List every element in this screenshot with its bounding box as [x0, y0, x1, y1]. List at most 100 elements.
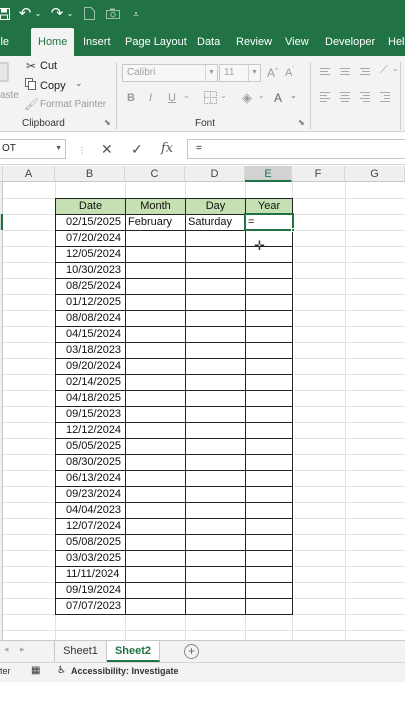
- column-header-g[interactable]: G: [345, 166, 405, 182]
- column-header-e[interactable]: E: [245, 166, 292, 182]
- redo-dropdown-icon[interactable]: ⌄: [65, 5, 75, 23]
- font-launcher-icon[interactable]: ⬊: [298, 118, 305, 127]
- cell-year[interactable]: [246, 551, 293, 567]
- cell-month[interactable]: [126, 567, 186, 583]
- cell-year[interactable]: [246, 343, 293, 359]
- underline-icon[interactable]: U: [168, 92, 176, 104]
- sheet-tab-sheet2[interactable]: Sheet2: [107, 641, 160, 662]
- cell-month[interactable]: [126, 375, 186, 391]
- orientation-dropdown-icon[interactable]: ⌄: [392, 64, 399, 73]
- font-color-dropdown-icon[interactable]: ⌄: [290, 91, 297, 100]
- tab-home[interactable]: Home: [31, 28, 75, 56]
- cell-date[interactable]: 05/08/2025: [56, 535, 126, 551]
- copy-icon[interactable]: [24, 78, 38, 93]
- cell-date[interactable]: 08/25/2024: [56, 279, 126, 295]
- cell-day[interactable]: [186, 263, 246, 279]
- cell-day[interactable]: [186, 327, 246, 343]
- cell-date[interactable]: 04/04/2023: [56, 503, 126, 519]
- cell-date[interactable]: 07/20/2024: [56, 231, 126, 247]
- cell-day[interactable]: [186, 503, 246, 519]
- decrease-font-icon[interactable]: Aˇ: [285, 67, 294, 79]
- cell-month[interactable]: [126, 279, 186, 295]
- cell-day[interactable]: [186, 359, 246, 375]
- cell-date[interactable]: 02/14/2025: [56, 375, 126, 391]
- cell-date[interactable]: 10/30/2023: [56, 263, 126, 279]
- undo-icon[interactable]: ↶: [18, 5, 32, 23]
- header-month[interactable]: Month: [126, 199, 186, 215]
- cell-day[interactable]: [186, 551, 246, 567]
- tab-help[interactable]: Hel: [388, 28, 405, 56]
- cell-year[interactable]: [246, 359, 293, 375]
- customize-icon[interactable]: ⩡: [130, 5, 142, 23]
- cell-year[interactable]: [246, 519, 293, 535]
- paste-icon[interactable]: [0, 60, 10, 82]
- cell-month[interactable]: [126, 359, 186, 375]
- tab-file[interactable]: ile: [0, 28, 9, 56]
- cell-day[interactable]: Saturday: [186, 215, 246, 231]
- format-painter-icon[interactable]: 🖌︎: [24, 97, 39, 111]
- macro-record-icon[interactable]: ▦: [31, 665, 40, 676]
- cell-year[interactable]: [246, 583, 293, 599]
- paste-label[interactable]: aste: [0, 90, 19, 101]
- cell-date[interactable]: 04/15/2024: [56, 327, 126, 343]
- cell-year[interactable]: [246, 311, 293, 327]
- cell-month[interactable]: [126, 311, 186, 327]
- cell-date[interactable]: 06/13/2024: [56, 471, 126, 487]
- cell-year[interactable]: [246, 327, 293, 343]
- cell-year[interactable]: [246, 471, 293, 487]
- cell-year[interactable]: [246, 599, 293, 615]
- cell-month[interactable]: [126, 231, 186, 247]
- underline-dropdown-icon[interactable]: ⌄: [183, 91, 190, 100]
- save-icon[interactable]: [0, 5, 11, 23]
- cell-month[interactable]: [126, 503, 186, 519]
- column-header-b[interactable]: B: [55, 166, 125, 182]
- tab-view[interactable]: View: [285, 28, 309, 56]
- cell-day[interactable]: [186, 487, 246, 503]
- cell-year[interactable]: [246, 455, 293, 471]
- cell-date[interactable]: 11/11/2024: [56, 567, 126, 583]
- cell-day[interactable]: [186, 311, 246, 327]
- cell-day[interactable]: [186, 439, 246, 455]
- name-box[interactable]: OT ▼: [0, 139, 66, 159]
- cell-date[interactable]: 09/20/2024: [56, 359, 126, 375]
- cell-month[interactable]: [126, 391, 186, 407]
- cell-month[interactable]: [126, 519, 186, 535]
- fill-color-dropdown-icon[interactable]: ⌄: [258, 91, 265, 100]
- cell-month[interactable]: [126, 583, 186, 599]
- cell-date[interactable]: 05/05/2025: [56, 439, 126, 455]
- cell-month[interactable]: [126, 551, 186, 567]
- cell-day[interactable]: [186, 407, 246, 423]
- cell-day[interactable]: [186, 567, 246, 583]
- column-header-d[interactable]: D: [185, 166, 245, 182]
- header-date[interactable]: Date: [56, 199, 126, 215]
- cell-month[interactable]: [126, 599, 186, 615]
- worksheet-grid[interactable]: A B C D E F G Date Month Day Year 02/15/2025…: [0, 166, 405, 640]
- format-painter-button[interactable]: Format Painter: [40, 99, 106, 110]
- cell-day[interactable]: [186, 471, 246, 487]
- cell-date[interactable]: 12/12/2024: [56, 423, 126, 439]
- cell-year[interactable]: [246, 439, 293, 455]
- scroll-right-icon[interactable]: ▸: [20, 644, 25, 655]
- active-row-header[interactable]: [0, 214, 3, 230]
- cell-month[interactable]: [126, 455, 186, 471]
- cell-date[interactable]: 12/05/2024: [56, 247, 126, 263]
- cell-month[interactable]: [126, 295, 186, 311]
- cancel-icon[interactable]: ✕: [101, 141, 113, 157]
- cell-day[interactable]: [186, 343, 246, 359]
- bold-icon[interactable]: B: [127, 92, 135, 104]
- borders-icon[interactable]: [203, 91, 217, 105]
- cell-month[interactable]: [126, 487, 186, 503]
- camera-icon[interactable]: [105, 5, 121, 23]
- header-day[interactable]: Day: [186, 199, 246, 215]
- cell-day[interactable]: [186, 247, 246, 263]
- cell-date[interactable]: 08/08/2024: [56, 311, 126, 327]
- active-cell-selection[interactable]: [244, 213, 294, 231]
- cell-year[interactable]: [246, 487, 293, 503]
- enter-icon[interactable]: ✓: [131, 141, 143, 157]
- cell-month[interactable]: [126, 343, 186, 359]
- column-header-f[interactable]: F: [292, 166, 345, 182]
- redo-icon[interactable]: ↷: [50, 5, 64, 23]
- cell-day[interactable]: [186, 599, 246, 615]
- cell-date[interactable]: 07/07/2023: [56, 599, 126, 615]
- borders-dropdown-icon[interactable]: ⌄: [220, 91, 227, 100]
